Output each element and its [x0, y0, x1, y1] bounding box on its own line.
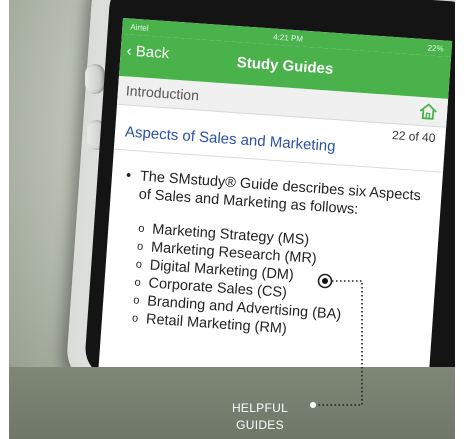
breadcrumb-label: Introduction — [125, 82, 200, 104]
callout-line-1: HELPFUL — [231, 401, 289, 415]
bullet-icon: o — [137, 222, 145, 235]
bullet-icon: o — [136, 240, 144, 253]
time-label: 4:21 PM — [272, 32, 304, 44]
callout-label: HELPFUL GUIDES — [227, 400, 293, 434]
guide-content: • The SMstudy® Guide describes six Aspec… — [102, 150, 443, 349]
carrier-label: Airtel — [130, 22, 149, 33]
bullet-icon: o — [134, 276, 142, 289]
bullet-icon: o — [132, 294, 140, 307]
battery-label: 22% — [427, 42, 444, 53]
callout-line-2: GUIDES — [236, 418, 284, 432]
intro-text: The SMstudy® Guide describes six Aspects… — [138, 168, 422, 218]
aspects-list: o Marketing Strategy (MS) o Marketing Rese… — [131, 220, 428, 348]
home-icon[interactable] — [416, 100, 439, 123]
volume-up-button — [85, 64, 105, 94]
intro-paragraph: • The SMstudy® Guide describes six Aspec… — [124, 167, 432, 224]
section-title[interactable]: Aspects of Sales and Marketing — [124, 123, 336, 155]
phone-screen: Airtel 4:21 PM 22% ‹ Back Study Guides I… — [98, 18, 453, 391]
bullet-icon: o — [135, 258, 143, 271]
page-counter: 22 of 40 — [391, 128, 436, 146]
bullet-icon: o — [131, 312, 139, 325]
promo-frame: Airtel 4:21 PM 22% ‹ Back Study Guides I… — [9, 0, 455, 439]
